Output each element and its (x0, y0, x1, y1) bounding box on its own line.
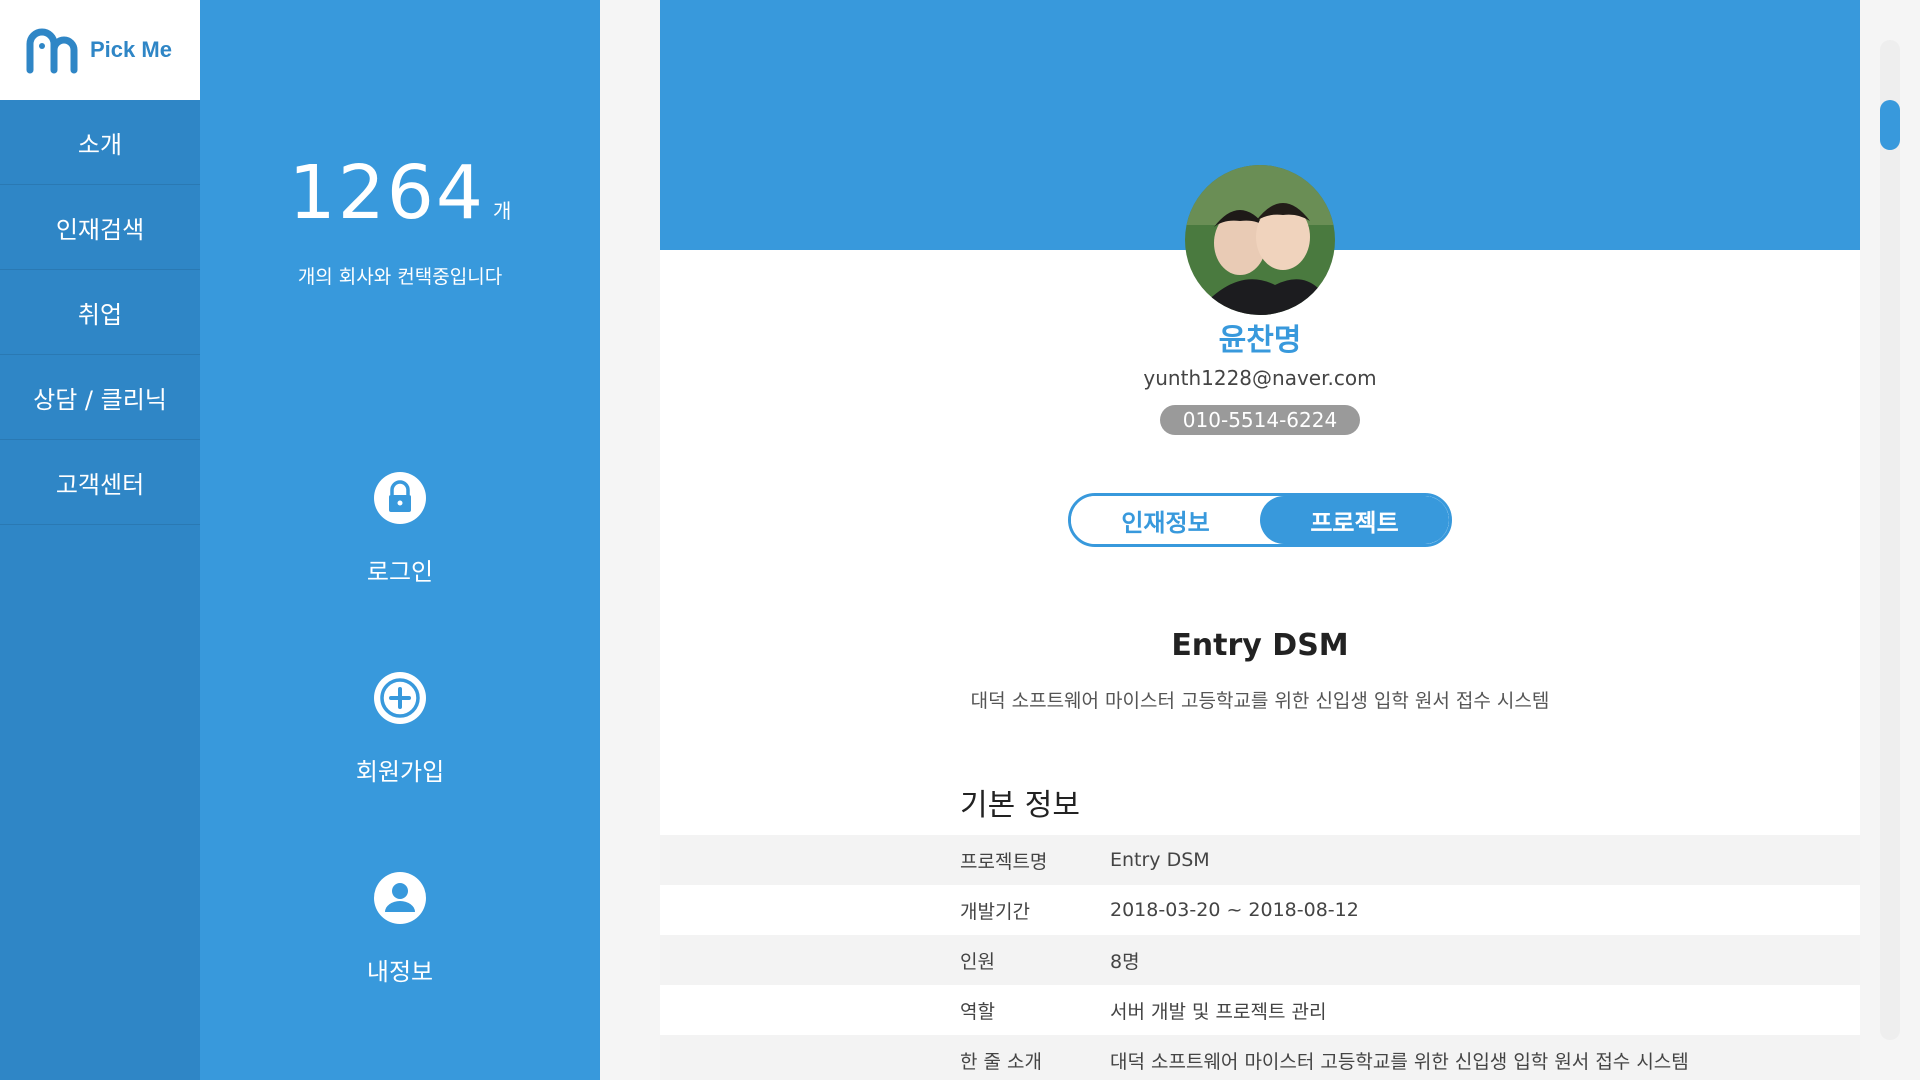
nav-item-intro[interactable]: 소개 (0, 100, 200, 185)
info-panel: 1264 개 개의 회사와 컨택중입니다 로그인 회원가입 내정보 (200, 0, 600, 1080)
project-title: Entry DSM (1171, 628, 1349, 663)
nav-item-support[interactable]: 고객센터 (0, 440, 200, 525)
nav-item-clinic[interactable]: 상담 / 클리닉 (0, 355, 200, 440)
lock-icon (374, 472, 426, 524)
profile-tabs: 인재정보 프로젝트 (1068, 493, 1452, 547)
tab-project[interactable]: 프로젝트 (1260, 496, 1449, 544)
tab-talent-info[interactable]: 인재정보 (1071, 496, 1260, 544)
nav-item-employment[interactable]: 취업 (0, 270, 200, 355)
row-key: 인원 (960, 950, 995, 973)
company-count: 1264 개 (200, 150, 600, 236)
basic-info-heading: 기본 정보 (960, 788, 1080, 823)
nav-item-talent-search[interactable]: 인재검색 (0, 185, 200, 270)
avatar-photo (1185, 165, 1335, 315)
row-value: 대덕 소프트웨어 마이스터 고등학교를 위한 신입생 입학 원서 접수 시스템 (1110, 1050, 1689, 1073)
plus-circle-icon (374, 672, 426, 724)
row-value: 2018-03-20 ~ 2018-08-12 (1110, 899, 1359, 921)
row-key: 개발기간 (960, 900, 1030, 923)
row-value: 서버 개발 및 프로젝트 관리 (1110, 1000, 1327, 1023)
project-description: 대덕 소프트웨어 마이스터 고등학교를 위한 신입생 입학 원서 접수 시스템 (970, 690, 1550, 712)
my-info-button[interactable]: 내정보 (200, 870, 600, 987)
profile-card: 윤찬명 yunth1228@naver.com 010-5514-6224 인재… (660, 0, 1860, 1080)
profile-name: 윤찬명 (1218, 323, 1302, 358)
scrollbar-thumb[interactable] (1880, 100, 1900, 150)
my-info-label: 내정보 (366, 958, 434, 986)
main-content: 윤찬명 yunth1228@naver.com 010-5514-6224 인재… (600, 0, 1920, 1080)
row-value: 8명 (1110, 950, 1140, 973)
company-count-caption: 개의 회사와 컨택중입니다 (297, 266, 503, 288)
row-key: 프로젝트명 (960, 850, 1048, 873)
scrollbar-track[interactable] (1880, 40, 1900, 1040)
avatar (1185, 165, 1335, 315)
user-circle-icon (374, 872, 426, 924)
table-row: 개발기간 2018-03-20 ~ 2018-08-12 (660, 885, 1860, 935)
logo[interactable]: Pick Me (0, 0, 200, 100)
login-label: 로그인 (366, 558, 434, 586)
table-row: 프로젝트명 Entry DSM (660, 835, 1860, 885)
row-key: 한 줄 소개 (960, 1050, 1042, 1073)
login-button[interactable]: 로그인 (200, 470, 600, 587)
project-info-table: 프로젝트명 Entry DSM 개발기간 2018-03-20 ~ 2018-0… (660, 835, 1860, 1080)
table-row: 인원 8명 (660, 935, 1860, 985)
signup-label: 회원가입 (355, 758, 445, 786)
signup-button[interactable]: 회원가입 (200, 670, 600, 787)
row-value: Entry DSM (1110, 849, 1210, 871)
profile-email: yunth1228@naver.com (1143, 366, 1377, 390)
brand-name: Pick Me (90, 37, 172, 62)
table-row: 한 줄 소개 대덕 소프트웨어 마이스터 고등학교를 위한 신입생 입학 원서 … (660, 1035, 1860, 1080)
row-key: 역할 (960, 1000, 995, 1023)
table-row: 역할 서버 개발 및 프로젝트 관리 (660, 985, 1860, 1035)
profile-phone-badge: 010-5514-6224 (1160, 405, 1360, 435)
pick-me-logo-icon (26, 28, 78, 74)
company-count-number: 1264 (288, 150, 485, 236)
company-count-unit: 개 (492, 199, 512, 223)
main-nav: Pick Me 소개 인재검색 취업 상담 / 클리닉 고객센터 (0, 0, 200, 1080)
